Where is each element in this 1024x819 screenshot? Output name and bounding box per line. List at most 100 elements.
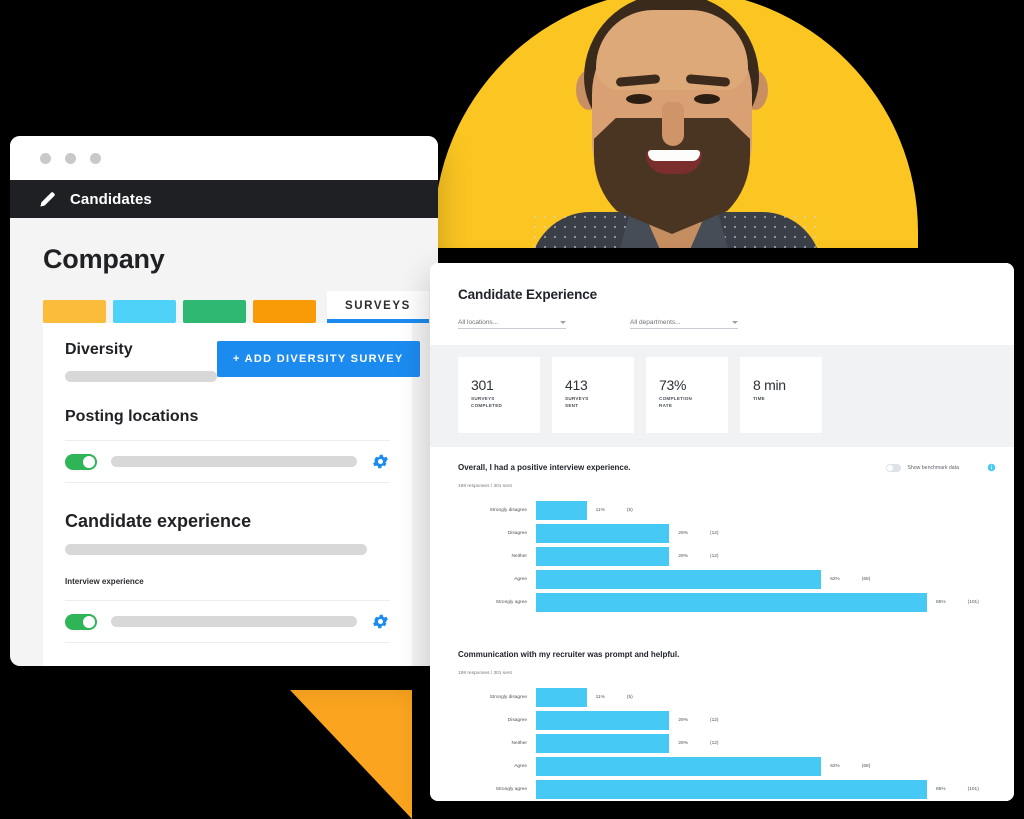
window-close-dot[interactable] [40,152,51,164]
bar-percent: 11% [595,508,605,513]
bar-category-label: Disagree [507,531,527,536]
tab-color-2[interactable] [113,300,176,323]
tab-bar: SURVEYS [10,291,438,323]
bar-row: Strongly disagree 11% (5) [458,501,996,520]
chart-question: Overall, I had a positive interview expe… [458,463,631,472]
bar-percent: 11% [595,695,605,700]
filter-departments[interactable]: All departments... [630,319,738,329]
bar-percent: 29% [678,718,688,723]
page-title: Company [43,244,165,274]
bar-row: Agree 62% (68) [458,757,996,776]
interview-experience-placeholder-bar [111,616,357,627]
posting-locations-section: Posting locations [65,408,390,483]
tab-color-1[interactable] [43,300,106,323]
bar-track: 29% (12) [536,734,996,753]
pencil-icon [40,192,55,207]
chevron-down-icon [560,321,566,324]
toggle-knob [83,615,95,628]
chart-header: Communication with my recruiter was prom… [458,650,996,659]
filter-departments-label: All departments... [630,319,681,326]
stat-label: TIME [753,396,765,401]
info-icon[interactable] [987,463,996,472]
tab-surveys[interactable]: SURVEYS [327,291,429,323]
chart-header: Overall, I had a positive interview expe… [458,463,996,472]
interview-experience-toggle[interactable] [65,613,97,630]
bar-row: Strongly disagree 11% (5) [458,688,996,707]
bar-track: 29% (12) [536,524,996,543]
bar-percent: 62% [830,764,840,769]
bar-fill [536,593,927,612]
candidate-experience-placeholder-bar [65,544,367,555]
bar-track: 29% (12) [536,547,996,566]
bar-count: (5) [626,508,633,513]
posting-locations-toggle[interactable] [65,453,97,470]
bar-track: 29% (12) [536,711,996,730]
stat-value: 301 [471,377,494,393]
bar-track: 62% (68) [536,570,996,589]
stat-card-time: 8 min TIME [740,357,822,433]
bar-category-label: Strongly agree [495,787,527,792]
diversity-placeholder-bar [65,371,217,382]
bar-fill [536,501,587,520]
window-maximize-dot[interactable] [90,152,101,164]
app-topbar: Candidates [10,180,438,218]
bar-track: 85% (101) [536,780,996,799]
bar-category-label: Agree [514,577,527,582]
chart-question: Communication with my recruiter was prom… [458,650,680,659]
diversity-section-header: Diversity + ADD DIVERSITY SURVEY [65,341,420,382]
photo-eye-right [694,94,720,104]
stat-value: 413 [565,377,588,393]
chart-bars: Strongly disagree 11% (5) Disagree 29% (… [458,688,996,799]
candidates-app-window: Candidates Company SURVEYS Diversity + A… [10,136,438,666]
tab-color-4[interactable] [253,300,316,323]
bar-row: Disagree 29% (12) [458,524,996,543]
bar-count: (101) [967,787,979,792]
dashboard-title: Candidate Experience [458,287,598,302]
window-minimize-dot[interactable] [65,152,76,164]
chart-response-count: 198 responses / 301 sent [458,484,512,489]
stat-value: 8 min [753,377,786,393]
bar-count: (68) [861,764,871,769]
settings-gear-icon[interactable] [371,452,390,471]
stat-card-surveys-sent: 413 SURVEYS SENT [552,357,634,433]
stat-value: 73% [659,377,687,393]
surveys-panel: Diversity + ADD DIVERSITY SURVEY Posting… [43,323,420,666]
decorative-triangle [290,690,412,819]
bar-fill [536,547,670,566]
filter-bar: All locations... All departments... [458,319,1014,329]
stat-label: SURVEYS COMPLETED [471,396,503,408]
bar-percent: 85% [936,787,946,792]
bar-category-label: Disagree [507,718,527,723]
bar-category-label: Neither [511,554,527,559]
tab-color-3[interactable] [183,300,246,323]
bar-count: (68) [861,577,871,582]
posting-locations-placeholder-bar [111,456,357,467]
add-diversity-survey-button[interactable]: + ADD DIVERSITY SURVEY [217,341,420,377]
posting-locations-title: Posting locations [65,408,199,425]
bar-count: (12) [710,531,719,536]
filter-locations[interactable]: All locations... [458,319,566,329]
bar-count: (101) [967,600,979,605]
benchmark-controls: Show benchmark data [886,463,996,472]
stats-row: 301 SURVEYS COMPLETED 413 SURVEYS SENT 7… [430,345,1014,447]
photo-teeth [648,150,700,161]
bar-category-label: Agree [514,764,527,769]
bar-row: Disagree 29% (12) [458,711,996,730]
bar-percent: 85% [936,600,946,605]
bar-row: Strongly agree 85% (101) [458,780,996,799]
candidate-experience-section: Candidate experience Interview experienc… [65,511,390,666]
diversity-block: Diversity [65,341,217,382]
window-chrome [10,136,438,180]
stat-label: COMPLETION RATE [659,396,693,408]
chart-response-count: 198 responses / 301 sent [458,671,512,676]
bar-row: Agree 62% (68) [458,570,996,589]
bar-row: Neither 29% (12) [458,547,996,566]
bar-track: 85% (101) [536,593,996,612]
bar-fill [536,780,927,799]
app-brand-label: Candidates [70,190,152,208]
filter-locations-label: All locations... [458,319,499,326]
interview-experience-label: Interview experience [65,577,144,586]
settings-gear-icon[interactable] [371,612,390,631]
benchmark-toggle[interactable] [886,463,902,472]
bar-category-label: Strongly disagree [489,508,527,513]
